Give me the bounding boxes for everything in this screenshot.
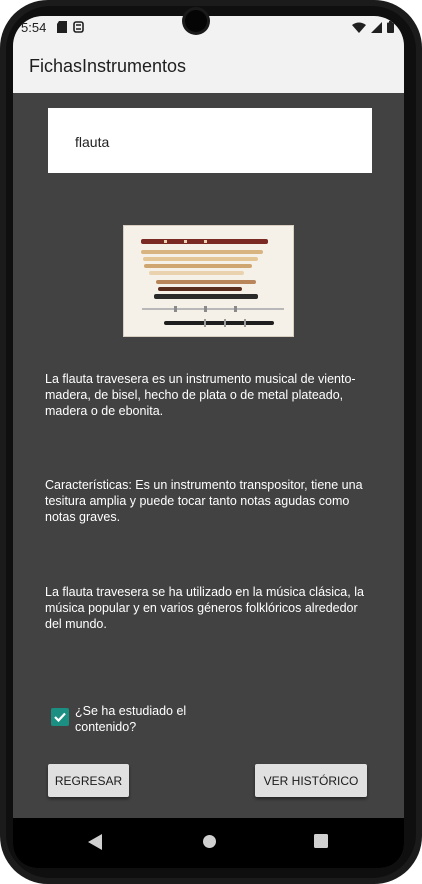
status-icons-left	[57, 21, 84, 33]
instrument-characteristics: Características: Es un instrumento trans…	[45, 478, 363, 524]
check-icon	[54, 712, 66, 723]
back-button[interactable]: REGRESAR	[48, 764, 129, 797]
app-bar: FichasInstrumentos	[13, 40, 404, 93]
cell-signal-icon	[371, 21, 382, 33]
instrument-description: La flauta travesera es un instrumento mu…	[45, 372, 356, 418]
navigation-bar	[13, 818, 404, 868]
home-icon[interactable]	[202, 834, 217, 849]
phone-frame: 5:54 FichasInstrumentos flauta La flauta…	[0, 0, 422, 884]
sd-card-icon	[57, 21, 67, 33]
recents-icon[interactable]	[314, 834, 328, 848]
instrument-input-value: flauta	[75, 134, 110, 150]
studied-checkbox[interactable]	[51, 708, 69, 726]
back-icon[interactable]	[88, 834, 102, 850]
sync-icon	[73, 21, 84, 33]
studied-checkbox-label: ¿Se ha estudiado el contenido?	[75, 704, 187, 734]
screen: 5:54 FichasInstrumentos flauta La flauta…	[13, 16, 404, 868]
front-camera	[185, 10, 207, 32]
battery-icon	[387, 21, 394, 33]
app-title: FichasInstrumentos	[29, 56, 187, 76]
instrument-usage: La flauta travesera se ha utilizado en l…	[45, 585, 364, 631]
status-bar: 5:54	[13, 16, 404, 40]
status-icons-right	[352, 21, 394, 33]
view-history-button[interactable]: VER HISTÓRICO	[255, 764, 367, 797]
wifi-icon	[352, 22, 366, 33]
status-time: 5:54	[21, 20, 47, 35]
flute-collection-image	[123, 225, 294, 337]
instrument-input[interactable]: flauta	[48, 108, 372, 173]
